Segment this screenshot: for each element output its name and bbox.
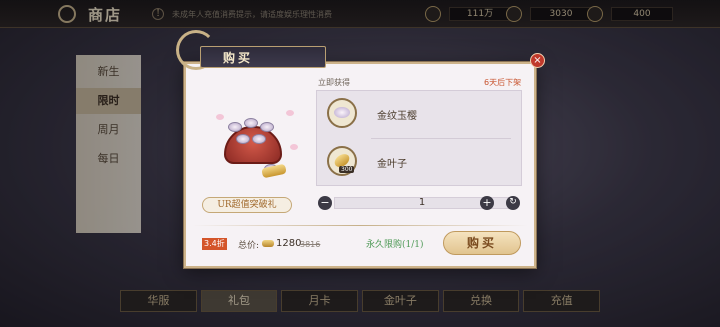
cherry-cake-icon xyxy=(327,98,357,128)
purchase-limit: 永久限购(1/1) xyxy=(366,240,424,250)
petal-icon xyxy=(216,114,224,120)
cake-icon xyxy=(252,134,266,144)
expire-label: 6天后下架 xyxy=(484,78,522,87)
plus-button[interactable]: + xyxy=(480,196,494,210)
immediate-label: 立即获得 xyxy=(318,78,350,87)
cake-icon xyxy=(236,134,250,144)
list-item[interactable]: 300 金叶子 xyxy=(317,139,523,185)
reward-qty: 300 xyxy=(339,166,355,173)
cake-icon xyxy=(228,122,242,132)
close-button[interactable]: × xyxy=(530,53,545,68)
divider xyxy=(192,225,528,226)
reward-name: 金叶子 xyxy=(377,159,407,170)
discount-badge: 3.4折 xyxy=(202,238,227,250)
dialog-title-tab: 购买 xyxy=(200,46,326,68)
total-price: 1280 xyxy=(276,238,302,249)
gold-ingot-icon xyxy=(262,240,274,247)
petal-icon xyxy=(286,110,294,116)
dialog-title: 购买 xyxy=(223,51,254,65)
reward-list: 金纹玉樱 300 金叶子 xyxy=(316,90,522,186)
item-image xyxy=(206,92,302,192)
minus-button[interactable]: − xyxy=(318,196,332,210)
original-price: 3816 xyxy=(300,240,321,249)
quantity-stepper: − 1 + xyxy=(316,195,522,211)
reward-name: 金纹玉樱 xyxy=(377,111,417,122)
list-item[interactable]: 金纹玉樱 xyxy=(317,91,523,137)
cake-icon xyxy=(244,118,258,128)
max-button[interactable]: ↻ xyxy=(506,196,520,210)
total-label: 总价: xyxy=(238,241,260,251)
buy-button[interactable]: 购买 xyxy=(443,231,521,255)
cake-icon xyxy=(260,122,274,132)
item-name: UR超值突破礼 xyxy=(202,197,292,213)
petal-icon xyxy=(290,144,298,150)
